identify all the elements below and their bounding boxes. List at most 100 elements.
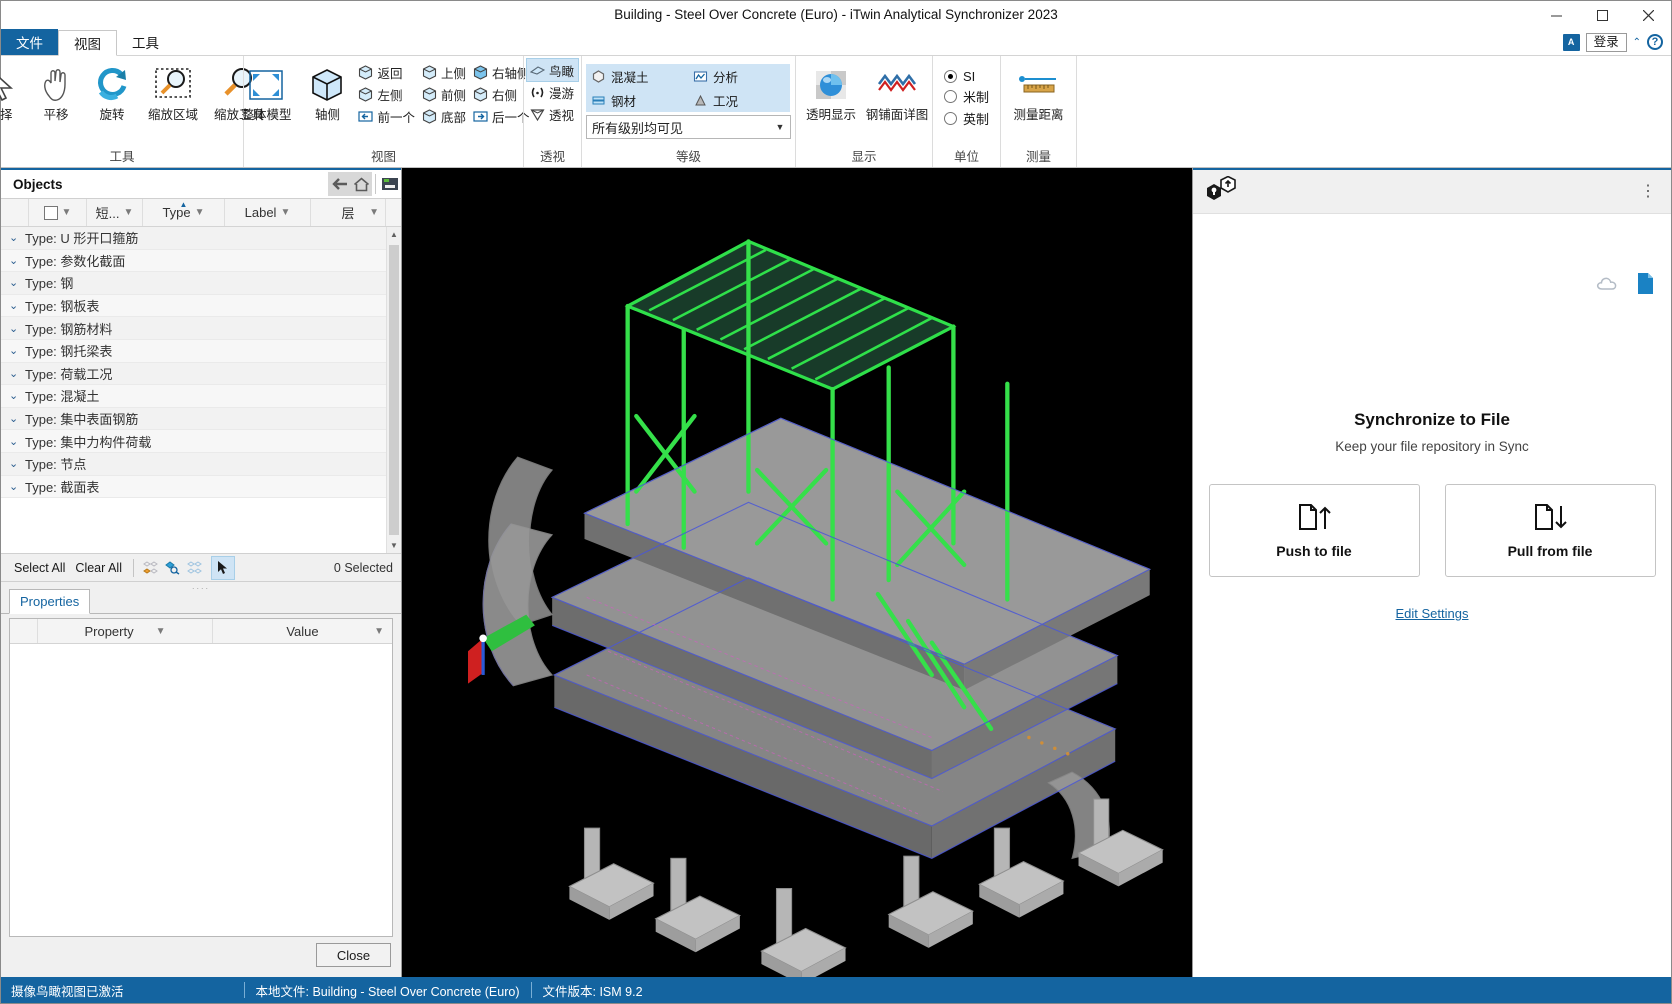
tab-file[interactable]: 文件 [1,29,58,55]
properties-column-value[interactable]: Value ▼ [213,619,392,643]
home-icon[interactable] [350,172,372,196]
filter-icon[interactable]: ▼ [195,207,205,218]
persp-perspective[interactable]: 透视 [527,103,578,125]
tree-row[interactable]: ⌄ Type: 集中力构件荷载 [1,430,401,453]
expand-chevron-icon[interactable]: ⌄ [9,322,25,335]
measure-distance[interactable]: 测量距离 [1006,61,1072,124]
tool-zoom-area[interactable]: 缩放区域 [140,61,206,124]
tree-row[interactable]: ⌄ Type: 钢 [1,272,401,295]
tree-row[interactable]: ⌄ Type: 集中表面钢筋 [1,407,401,431]
pull-from-file-button[interactable]: Pull from file [1444,484,1656,577]
more-options-icon[interactable]: ⋮ [1637,183,1659,199]
view-left[interactable]: 左侧 [355,83,419,105]
column-label[interactable]: Label ▼ [225,199,311,226]
persp-walkthrough[interactable]: 漫游 [527,81,578,103]
view-fit-model[interactable]: 整体模型 [233,61,299,124]
view-back[interactable]: 返回 [355,61,419,83]
expand-chevron-icon[interactable]: ⌄ [9,412,25,425]
expand-chevron-icon[interactable]: ⌄ [9,457,25,470]
display-steel-deck[interactable]: 钢铺面详图 [864,61,930,124]
edit-settings-link[interactable]: Edit Settings [1396,606,1469,621]
tool-select[interactable]: 选择 [0,61,28,124]
expand-chevron-icon[interactable]: ⌄ [9,435,25,448]
column-short[interactable]: 短... ▼ [87,199,143,226]
chevron-down-icon[interactable]: ▼ [770,122,790,132]
objects-tree[interactable]: ⌄ Type: U 形开口箍筋 ⌄ Type: 参数化截面 ⌄ Type: 钢 ⌄ Ty… [1,227,401,554]
language-icon[interactable]: A [1562,33,1580,51]
level-concrete[interactable]: 混凝土 [586,64,688,88]
select-all-button[interactable]: Select All [9,561,70,575]
column-type[interactable]: ▲ Type ▼ [143,199,225,226]
persp-birdseye[interactable]: 鸟瞰 [525,58,580,82]
unit-si[interactable]: SI [943,69,989,84]
level-visibility-select[interactable]: 所有级别均可见 ▼ [586,115,791,139]
expand-chevron-icon[interactable]: ⌄ [9,276,25,289]
expand-chevron-icon[interactable]: ⌄ [9,231,25,244]
view-bottom[interactable]: 底部 [419,105,470,127]
scroll-down-icon[interactable]: ▼ [387,538,401,553]
tree-row[interactable]: ⌄ Type: 钢筋材料 [1,317,401,340]
unit-metric[interactable]: 米制 [943,87,989,106]
tree-row[interactable]: ⌄ Type: 荷载工况 [1,362,401,386]
filter-icon[interactable]: ▼ [62,207,72,218]
invert-selection-icon[interactable] [184,557,206,579]
tree-row[interactable]: ⌄ Type: 混凝土 [1,385,401,408]
tree-row[interactable]: ⌄ Type: 参数化截面 [1,249,401,273]
view-previous[interactable]: 前一个 [355,105,419,127]
filter-icon[interactable]: ▼ [374,626,384,637]
scrollbar-thumb[interactable] [389,245,399,535]
panel-splitter[interactable]: .... [1,581,401,590]
header-checkbox[interactable] [43,205,58,220]
find-objects-icon[interactable] [162,557,184,579]
tree-row[interactable]: ⌄ Type: U 形开口箍筋 [1,227,401,250]
filter-icon[interactable]: ▼ [369,207,379,218]
display-transparent[interactable]: 透明显示 [798,61,864,124]
close-button[interactable] [1625,1,1671,29]
tree-row[interactable]: ⌄ Type: 节点 [1,452,401,476]
level-loadcase[interactable]: 工况 [688,88,790,112]
pointer-select-icon[interactable] [210,555,235,580]
level-analysis[interactable]: 分析 [688,64,790,88]
select-by-filter-icon[interactable] [140,557,162,579]
unit-imperial[interactable]: 英制 [943,109,989,128]
3d-viewport[interactable] [401,168,1193,977]
maximize-button[interactable] [1579,1,1625,29]
search-icon[interactable] [379,172,401,196]
tree-row[interactable]: ⌄ Type: 截面表 [1,475,401,499]
column-checkbox[interactable]: ▼ [29,199,87,226]
scroll-up-icon[interactable]: ▲ [387,227,401,242]
view-top[interactable]: 上侧 [419,61,470,83]
tab-tools[interactable]: 工具 [117,29,174,55]
objects-tree-scrollbar[interactable]: ▲ ▼ [386,227,401,553]
tab-view[interactable]: 视图 [58,30,117,56]
minimize-button[interactable] [1533,1,1579,29]
view-isometric[interactable]: 轴侧 [299,61,355,124]
filter-icon[interactable]: ▼ [156,626,166,637]
tab-properties[interactable]: Properties [9,589,91,614]
help-icon[interactable]: ? [1647,34,1663,50]
expand-chevron-icon[interactable]: ⌄ [9,389,25,402]
expand-chevron-icon[interactable]: ⌄ [9,480,25,493]
properties-grid-body[interactable] [10,644,392,936]
tree-row[interactable]: ⌄ Type: 钢板表 [1,294,401,318]
back-arrow-icon[interactable] [328,172,350,196]
tool-rotate[interactable]: 旋转 [84,61,140,124]
sign-in-button[interactable]: 登录 [1585,32,1627,52]
push-to-file-button[interactable]: Push to file [1208,484,1420,577]
expand-chevron-icon[interactable]: ⌄ [9,299,25,312]
column-layer[interactable]: 层 ▼ [311,199,386,226]
expand-chevron-icon[interactable]: ⌄ [9,254,25,267]
level-steel[interactable]: 钢材 [586,88,688,112]
filter-icon[interactable]: ▼ [123,207,133,218]
expand-chevron-icon[interactable]: ⌄ [9,367,25,380]
chevron-up-icon[interactable]: ⌃ [1633,37,1641,48]
cloud-icon[interactable] [1596,275,1620,295]
close-button[interactable]: Close [316,943,391,967]
properties-column-property[interactable]: Property ▼ [38,619,213,643]
tool-pan[interactable]: 平移 [28,61,84,124]
expand-chevron-icon[interactable]: ⌄ [9,344,25,357]
filter-icon[interactable]: ▼ [280,207,290,218]
clear-all-button[interactable]: Clear All [70,561,127,575]
view-front[interactable]: 前侧 [419,83,470,105]
tree-row[interactable]: ⌄ Type: 钢托梁表 [1,339,401,363]
